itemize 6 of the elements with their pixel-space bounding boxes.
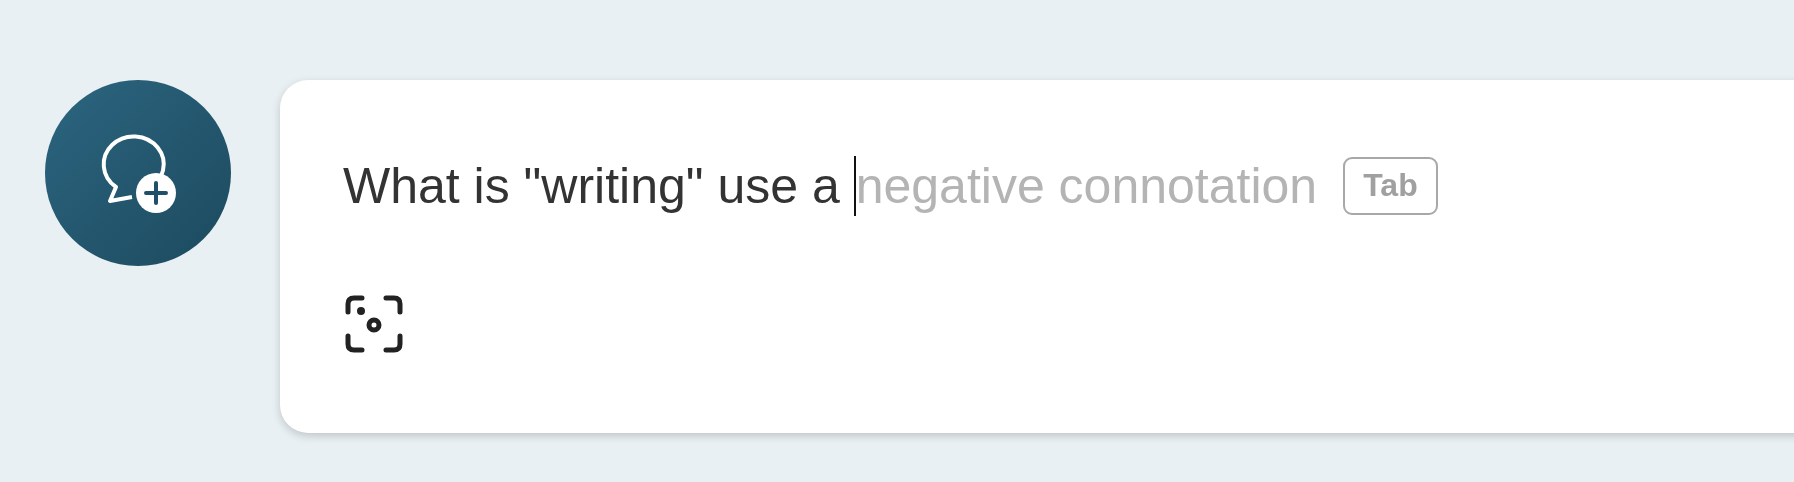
- scan-icon: [344, 294, 404, 354]
- tab-key-hint: Tab: [1343, 157, 1438, 215]
- suggestion-text: negative connotation: [855, 157, 1318, 215]
- typed-text: What is "writing" use a: [343, 157, 841, 215]
- scan-button[interactable]: [343, 293, 405, 355]
- chat-input-card[interactable]: What is "writing" use a negative connotation Tab: [280, 80, 1794, 433]
